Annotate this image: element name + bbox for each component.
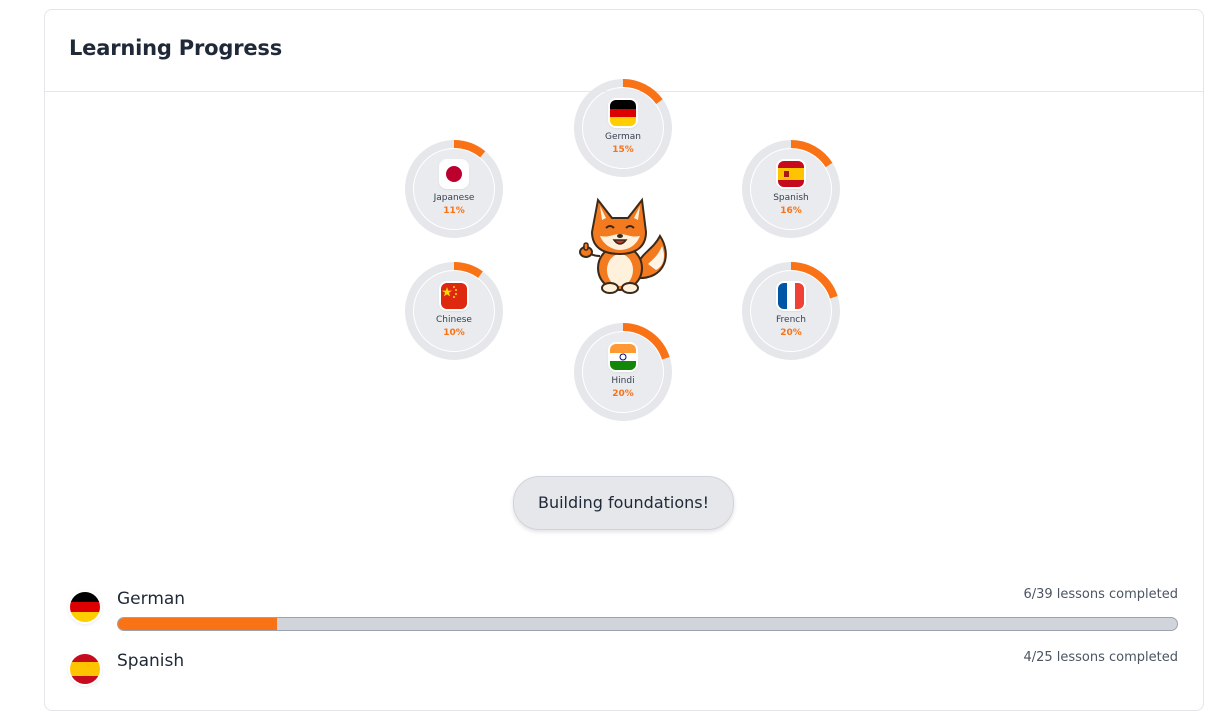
orbit-item-french[interactable]: French 20%: [741, 261, 841, 361]
spain-flag-icon: [778, 161, 804, 187]
page-title: Learning Progress: [69, 36, 282, 60]
germany-flag-icon: [610, 100, 636, 126]
france-flag-icon: [778, 283, 804, 309]
language-percent: 10%: [443, 328, 465, 338]
language-percent: 16%: [780, 206, 802, 216]
japan-flag-icon: [441, 161, 467, 187]
language-name: Chinese: [436, 315, 472, 325]
progress-bar: [117, 617, 1178, 631]
language-name: German: [604, 132, 642, 142]
language-percent: 20%: [780, 328, 802, 338]
india-flag-icon: [610, 344, 636, 370]
orbit-item-german[interactable]: German 15%: [573, 78, 673, 178]
orbit-item-chinese[interactable]: Chinese 10%: [404, 261, 504, 361]
language-name: Hindi: [611, 376, 635, 386]
language-name: Spanish: [773, 193, 809, 203]
language-name: Japanese: [433, 193, 475, 203]
lessons-completed: 4/25 lessons completed: [1023, 650, 1178, 665]
orbit-item-spanish[interactable]: Spanish 16%: [741, 139, 841, 239]
lessons-completed: 6/39 lessons completed: [1023, 587, 1178, 602]
germany-flag-icon: [70, 592, 100, 622]
language-percent: 15%: [612, 145, 634, 155]
china-flag-icon: [441, 283, 467, 309]
motivation-bubble: Building foundations!: [513, 476, 734, 530]
progress-row-name: Spanish: [117, 651, 185, 671]
orbit-item-hindi[interactable]: Hindi 20%: [573, 322, 673, 422]
orbit-item-japanese[interactable]: Japanese 11%: [404, 139, 504, 239]
progress-row-name: German: [117, 589, 186, 609]
language-name: French: [776, 315, 806, 325]
fox-mascot-icon: [574, 190, 674, 300]
progress-bar-fill: [118, 618, 277, 630]
language-percent: 11%: [443, 206, 465, 216]
language-percent: 20%: [612, 389, 634, 399]
